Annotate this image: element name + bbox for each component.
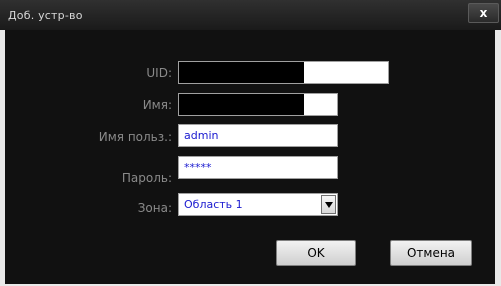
redacted-block	[179, 62, 304, 83]
uid-label: UID:	[146, 66, 172, 80]
add-device-dialog: Доб. устр-во x UID: Имя: Имя польз.: adm…	[0, 0, 501, 286]
zone-value: Область 1	[184, 198, 243, 211]
redacted-block	[179, 94, 304, 115]
ok-button[interactable]: OK	[276, 240, 356, 266]
dialog-body: UID: Имя: Имя польз.: admin Пароль: ****…	[5, 30, 495, 284]
zone-label: Зона:	[137, 201, 172, 215]
name-label: Имя:	[142, 98, 172, 112]
dialog-title: Доб. устр-во	[8, 9, 83, 22]
chevron-down-icon[interactable]	[321, 195, 336, 214]
title-bar[interactable]: Доб. устр-во x	[0, 0, 501, 30]
password-field[interactable]: *****	[178, 156, 338, 179]
uid-field[interactable]	[178, 61, 389, 84]
username-field[interactable]: admin	[178, 124, 338, 147]
password-value: *****	[184, 161, 212, 174]
username-label: Имя польз.:	[98, 130, 172, 144]
cancel-button[interactable]: Отмена	[390, 240, 472, 266]
password-label: Пароль:	[121, 171, 172, 185]
name-field[interactable]	[178, 93, 338, 116]
close-button[interactable]: x	[468, 3, 499, 23]
zone-select[interactable]: Область 1	[178, 193, 338, 216]
username-value: admin	[184, 129, 219, 142]
